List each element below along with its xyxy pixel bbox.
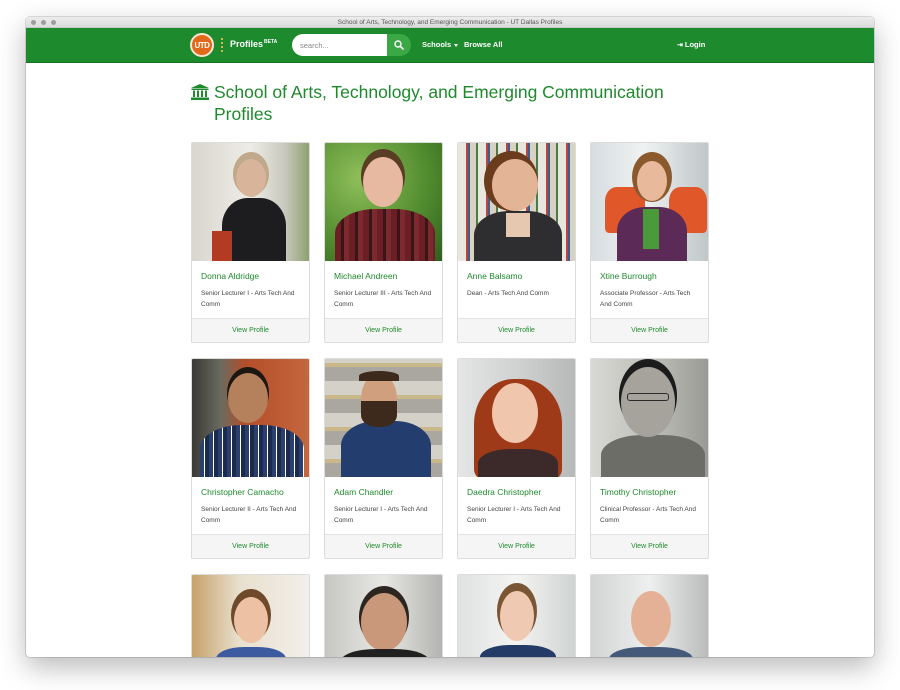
- profile-card[interactable]: [324, 574, 443, 657]
- chevron-down-icon: [454, 43, 459, 47]
- close-window-icon[interactable]: [31, 20, 36, 25]
- title-bar: School of Arts, Technology, and Emerging…: [26, 17, 874, 28]
- page-title-text: School of Arts, Technology, and Emerging…: [214, 82, 664, 124]
- profile-name[interactable]: Michael Andreen: [334, 271, 397, 281]
- view-profile-button[interactable]: View Profile: [325, 534, 442, 558]
- profile-name[interactable]: Timothy Christopher: [600, 487, 676, 497]
- profile-photo: [192, 143, 309, 261]
- profile-name[interactable]: Xtine Burrough: [600, 271, 657, 281]
- profile-card[interactable]: Donna Aldridge Senior Lecturer I - Arts …: [191, 142, 310, 343]
- profile-card[interactable]: Timothy Christopher Clinical Professor -…: [590, 358, 709, 559]
- profile-title: Senior Lecturer I - Arts Tech And Comm: [467, 506, 561, 524]
- profile-card[interactable]: Michael Andreen Senior Lecturer III - Ar…: [324, 142, 443, 343]
- profile-card[interactable]: Daedra Christopher Senior Lecturer I - A…: [457, 358, 576, 559]
- profile-name[interactable]: Anne Balsamo: [467, 271, 522, 281]
- profile-title: Senior Lecturer III - Arts Tech And Comm: [334, 290, 432, 308]
- profile-title: Senior Lecturer II - Arts Tech And Comm: [201, 506, 297, 524]
- brand[interactable]: ProfilesBETA: [230, 39, 277, 49]
- profile-photo: [325, 575, 442, 657]
- browser-window: School of Arts, Technology, and Emerging…: [26, 17, 874, 657]
- profile-title: Dean - Arts Tech And Comm: [467, 290, 549, 297]
- profile-photo: [192, 575, 309, 657]
- profile-photo: [325, 143, 442, 261]
- profile-card[interactable]: Xtine Burrough Associate Professor - Art…: [590, 142, 709, 343]
- brand-label: Profiles: [230, 39, 264, 49]
- profile-card[interactable]: Anne Balsamo Dean - Arts Tech And Comm V…: [457, 142, 576, 343]
- view-profile-button[interactable]: View Profile: [458, 318, 575, 342]
- profile-name[interactable]: Donna Aldridge: [201, 271, 259, 281]
- search-input[interactable]: [292, 34, 387, 56]
- profile-card[interactable]: [191, 574, 310, 657]
- profile-card[interactable]: Christopher Camacho Senior Lecturer II -…: [191, 358, 310, 559]
- maximize-window-icon[interactable]: [51, 20, 56, 25]
- profile-photo: [591, 575, 708, 657]
- view-profile-button[interactable]: View Profile: [591, 534, 708, 558]
- window-title: School of Arts, Technology, and Emerging…: [337, 19, 563, 26]
- profile-card[interactable]: [590, 574, 709, 657]
- top-navbar: UTD ProfilesBETA Schools Browse All ⇥Log…: [26, 28, 874, 63]
- profile-grid: Donna Aldridge Senior Lecturer I - Arts …: [191, 142, 709, 657]
- profile-photo: [458, 359, 575, 477]
- profile-title: Clinical Professor - Arts Tech And Comm: [600, 506, 696, 524]
- profile-photo: [591, 143, 708, 261]
- schools-label: Schools: [422, 40, 452, 49]
- sign-in-icon: ⇥: [677, 42, 683, 49]
- view-profile-button[interactable]: View Profile: [192, 534, 309, 558]
- search-button[interactable]: [387, 34, 411, 56]
- profile-title: Senior Lecturer I - Arts Tech And Comm: [201, 290, 295, 308]
- profile-photo: [458, 575, 575, 657]
- minimize-window-icon[interactable]: [41, 20, 46, 25]
- login-link[interactable]: ⇥ Login: [677, 40, 705, 49]
- profile-title: Senior Lecturer I - Arts Tech And Comm: [334, 506, 428, 524]
- browse-all-link[interactable]: Browse All: [464, 40, 502, 49]
- view-profile-button[interactable]: View Profile: [591, 318, 708, 342]
- profile-name[interactable]: Daedra Christopher: [467, 487, 541, 497]
- profile-card[interactable]: [457, 574, 576, 657]
- page-title: School of Arts, Technology, and Emerging…: [191, 81, 711, 125]
- login-label: Login: [684, 40, 706, 49]
- profile-photo: [591, 359, 708, 477]
- logo-divider: [221, 37, 223, 53]
- utd-logo[interactable]: UTD: [190, 33, 214, 57]
- window-controls[interactable]: [31, 20, 56, 25]
- profile-photo: [458, 143, 575, 261]
- profile-name[interactable]: Christopher Camacho: [201, 487, 284, 497]
- search-icon: [394, 40, 404, 50]
- main-content: School of Arts, Technology, and Emerging…: [191, 81, 711, 657]
- view-profile-button[interactable]: View Profile: [458, 534, 575, 558]
- view-profile-button[interactable]: View Profile: [325, 318, 442, 342]
- profile-name[interactable]: Adam Chandler: [334, 487, 393, 497]
- profile-photo: [192, 359, 309, 477]
- university-icon: [191, 84, 209, 100]
- profile-title: Associate Professor - Arts Tech And Comm: [600, 290, 691, 308]
- profile-photo: [325, 359, 442, 477]
- beta-badge: BETA: [264, 39, 278, 45]
- view-profile-button[interactable]: View Profile: [192, 318, 309, 342]
- profile-card[interactable]: Adam Chandler Senior Lecturer I - Arts T…: [324, 358, 443, 559]
- schools-dropdown[interactable]: Schools: [422, 40, 459, 49]
